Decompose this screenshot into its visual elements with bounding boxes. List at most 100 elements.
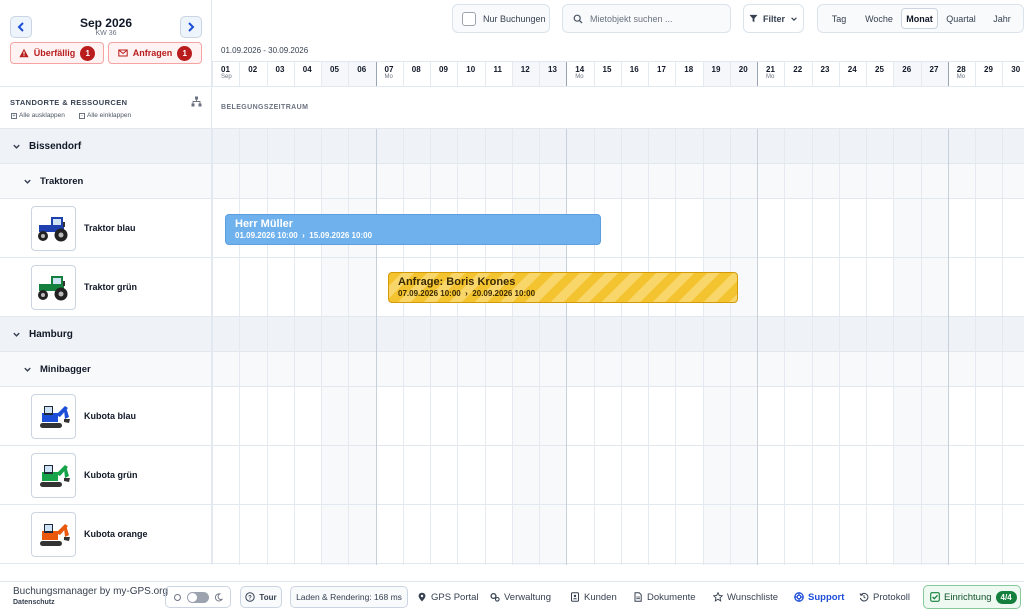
- grid-line: [484, 129, 486, 565]
- row-label-cell: Traktoren: [0, 164, 212, 198]
- day-number: 04: [302, 65, 312, 74]
- grid-line: [648, 129, 649, 565]
- grid-line: [784, 129, 786, 565]
- view-tab-quarter[interactable]: Quartal: [940, 8, 982, 29]
- day-number: 11: [493, 65, 502, 74]
- day-column-header: 26: [893, 62, 921, 87]
- grid-line: [620, 129, 622, 565]
- row-label: Hamburg: [29, 328, 73, 340]
- chevron-down-icon[interactable]: [12, 330, 21, 339]
- booking-bar[interactable]: Herr Müller 01.09.2026 10:00 › 15.09.202…: [225, 214, 601, 245]
- grid-line: [239, 129, 241, 565]
- day-column-header: 08: [402, 62, 430, 87]
- documents-link[interactable]: Dokumente: [633, 586, 696, 608]
- chevron-down-icon[interactable]: [23, 177, 32, 186]
- grid-line: [430, 129, 431, 565]
- chevron-down-icon[interactable]: [12, 142, 21, 151]
- day-number: 13: [548, 65, 557, 74]
- day-column-header: 28 Mo: [947, 62, 975, 87]
- tour-label: Tour: [259, 592, 277, 602]
- day-number: 02: [248, 65, 258, 74]
- setup-progress-badge: 4/4: [995, 590, 1017, 604]
- day-column-header: 27: [920, 62, 948, 87]
- grid-line: [757, 129, 758, 565]
- calendar-navigation: Sep 2026 KW 36 Überfällig 1 Anfragen 1: [0, 0, 212, 86]
- view-tab-year[interactable]: Jahr: [984, 8, 1020, 29]
- row-label: Kubota grün: [84, 470, 138, 480]
- filter-button[interactable]: Filter: [743, 4, 804, 33]
- chevron-down-icon: [791, 16, 797, 21]
- day-number: 01: [221, 65, 230, 74]
- plus-square-icon: +: [11, 112, 17, 119]
- wishlist-link[interactable]: Wunschliste: [713, 586, 778, 608]
- excavator-thumbnail: [31, 452, 76, 498]
- tour-button[interactable]: ? Tour: [240, 586, 282, 608]
- sun-icon: [174, 593, 181, 601]
- gps-portal-link[interactable]: GPS Portal: [417, 586, 479, 608]
- day-column-header: 16: [620, 62, 648, 87]
- overdue-count-badge: 1: [80, 45, 96, 61]
- support-link[interactable]: Support: [794, 586, 844, 608]
- grid-line: [729, 129, 731, 565]
- day-number: 05: [330, 65, 339, 74]
- previous-month-button[interactable]: [10, 16, 32, 38]
- grid-line: [348, 129, 350, 565]
- row-label: Traktor blau: [84, 223, 136, 233]
- excavator-icon: [39, 406, 70, 428]
- funnel-icon: [749, 14, 758, 23]
- grid-line: [838, 129, 840, 565]
- privacy-link[interactable]: Datenschutz: [13, 599, 55, 606]
- administration-link[interactable]: Verwaltung: [490, 586, 551, 608]
- search-input[interactable]: [590, 13, 720, 24]
- checkbox-checked-icon: [930, 592, 940, 602]
- envelope-icon: [118, 49, 128, 57]
- day-number: 12: [520, 65, 530, 74]
- theme-switch[interactable]: [187, 591, 209, 603]
- day-column-header: 02: [239, 62, 266, 87]
- day-column-header: 13: [539, 62, 567, 87]
- theme-toggle[interactable]: [165, 586, 231, 608]
- booking-end: 20.09.2026 10:00: [472, 289, 536, 298]
- next-month-button[interactable]: [180, 16, 202, 38]
- day-column-header: 11: [484, 62, 512, 87]
- grid-line: [866, 129, 867, 565]
- history-icon: [859, 592, 869, 602]
- only-bookings-checkbox[interactable]: [462, 11, 476, 26]
- moon-icon: [214, 592, 223, 601]
- collapse-all-button[interactable]: - Alle einklappen: [79, 112, 131, 119]
- resource-panel-header: STANDORTE & RESSOURCEN + Alle ausklappen…: [0, 86, 212, 129]
- overdue-button[interactable]: Überfällig 1: [10, 42, 104, 64]
- view-tab-month[interactable]: Monat: [901, 8, 938, 29]
- day-column-header: 15: [593, 62, 621, 87]
- svg-text:?: ?: [249, 595, 253, 601]
- hierarchy-icon[interactable]: [191, 96, 202, 107]
- excavator-thumbnail: [31, 393, 76, 439]
- row-label: Kubota orange: [84, 529, 148, 539]
- grid-line: [321, 129, 322, 565]
- search-box: [562, 4, 731, 33]
- day-column-header: 03: [266, 62, 294, 87]
- day-number: 10: [466, 65, 476, 74]
- protocol-link[interactable]: Protokoll: [859, 586, 910, 608]
- chevron-down-icon[interactable]: [23, 365, 32, 374]
- only-bookings-toggle[interactable]: Nur Buchungen: [452, 4, 550, 33]
- request-booking-bar[interactable]: Anfrage: Boris Krones 07.09.2026 10:00 ›…: [388, 272, 738, 303]
- row-label: Bissendorf: [29, 140, 82, 152]
- chevron-left-icon: [17, 22, 24, 32]
- view-tab-day[interactable]: Tag: [821, 8, 857, 29]
- address-book-icon: [571, 592, 579, 602]
- expand-all-button[interactable]: + Alle ausklappen: [11, 112, 65, 119]
- footer-app-title: Buchungsmanager by my-GPS.org: [13, 586, 169, 597]
- documents-label: Dokumente: [647, 591, 696, 603]
- customers-link[interactable]: Kunden: [570, 586, 617, 608]
- day-column-header: 22: [784, 62, 811, 87]
- wishlist-label: Wunschliste: [727, 591, 779, 603]
- view-tab-week[interactable]: Woche: [859, 8, 899, 29]
- requests-button[interactable]: Anfragen 1: [108, 42, 202, 64]
- booking-start: 07.09.2026 10:00: [398, 289, 461, 298]
- customers-label: Kunden: [584, 591, 617, 603]
- day-column-header: 23: [811, 62, 839, 87]
- day-column-header: 07 Mo: [375, 62, 403, 87]
- setup-button[interactable]: Einrichtung 4/4: [923, 585, 1021, 609]
- grid-line: [702, 129, 704, 565]
